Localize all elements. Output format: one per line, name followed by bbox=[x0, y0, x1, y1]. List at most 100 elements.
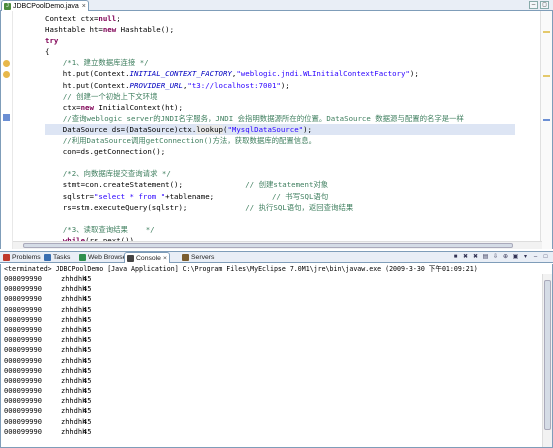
maximize-icon[interactable]: □ bbox=[540, 1, 549, 9]
display-console-icon[interactable]: ▣ bbox=[511, 253, 520, 262]
console-number-value: 45 bbox=[83, 356, 92, 365]
code-token: ); bbox=[280, 80, 290, 90]
code-line[interactable]: ht.put(Context.INITIAL_CONTEXT_FACTORY,"… bbox=[45, 68, 515, 79]
console-number-value: 45 bbox=[83, 417, 92, 426]
console-number-value: 45 bbox=[83, 295, 92, 304]
editor-window-controls: – □ bbox=[529, 1, 549, 9]
tab-label: Web Browser bbox=[88, 254, 129, 261]
remove-launch-icon[interactable]: ✖ bbox=[461, 253, 470, 262]
console-number-value: 45 bbox=[83, 366, 92, 375]
console-line: 000099990 zhhdhh45 bbox=[4, 406, 91, 416]
console-id-value: 000099990 bbox=[4, 305, 42, 314]
code-token: ctx= bbox=[45, 102, 81, 112]
minimize-icon[interactable]: – bbox=[529, 1, 538, 9]
pin-console-icon[interactable]: ⊕ bbox=[501, 253, 510, 262]
code-line[interactable] bbox=[45, 157, 515, 168]
console-number-value: 45 bbox=[83, 285, 92, 294]
scroll-lock-icon[interactable]: ⇩ bbox=[491, 253, 500, 262]
code-token: +tablename; bbox=[165, 191, 272, 201]
overview-mark[interactable] bbox=[543, 31, 550, 33]
code-line[interactable]: /*1、建立数据库连接 */ bbox=[45, 57, 515, 68]
code-line[interactable]: DataSource ds=(DataSource)ctx.lookup("My… bbox=[45, 123, 515, 136]
console-name-value: zhhdhh bbox=[61, 366, 87, 375]
editor-tab-jdbcpooldemo[interactable]: J JDBCPoolDemo.java × bbox=[1, 0, 89, 11]
code-token: // 创建statement对象 bbox=[245, 180, 329, 190]
code-line[interactable]: con=ds.getConnection(); bbox=[45, 146, 515, 157]
code-editor[interactable]: Context ctx=null; Hashtable ht=new Hashta… bbox=[0, 11, 553, 249]
code-line[interactable]: //利用DataSource调用getConnection()方法，获取数据库的… bbox=[45, 135, 515, 146]
console-line: 000099990 zhhdhh45 bbox=[4, 345, 91, 355]
console-id-value: 000099990 bbox=[4, 285, 42, 294]
warning-marker-icon[interactable] bbox=[3, 60, 10, 67]
overview-mark[interactable] bbox=[543, 119, 550, 121]
console-line: 000099990 zhhdhh45 bbox=[4, 427, 91, 437]
console-line: 000099990 zhhdhh45 bbox=[4, 366, 91, 376]
console-line: 000099990 zhhdhh45 bbox=[4, 376, 91, 386]
code-token: // 书写SQL语句 bbox=[271, 191, 329, 201]
console-name-value: zhhdhh bbox=[61, 325, 87, 334]
code-line[interactable]: try bbox=[45, 35, 515, 46]
code-line[interactable] bbox=[45, 213, 515, 224]
code-line[interactable]: Hashtable ht=new Hashtable(); bbox=[45, 24, 515, 35]
code-token: PROVIDER_URL bbox=[129, 80, 183, 90]
console-name-value: zhhdhh bbox=[61, 427, 87, 436]
code-line[interactable]: /*2、向数据库提交查询请求 */ bbox=[45, 168, 515, 179]
open-console-icon[interactable]: ▾ bbox=[521, 253, 530, 262]
console-line: 000099990 zhhdhh45 bbox=[4, 294, 91, 304]
overview-mark[interactable] bbox=[543, 75, 550, 77]
code-token: "weblogic.jndi.WLInitialContextFactory" bbox=[236, 69, 410, 79]
terminate-icon[interactable]: ■ bbox=[451, 253, 460, 262]
code-line[interactable]: rs=stm.executeQuery(sqlstr); // 执行SQL语句，… bbox=[45, 202, 515, 213]
java-file-icon: J bbox=[4, 2, 11, 10]
console-number-value: 45 bbox=[83, 325, 92, 334]
close-icon[interactable]: × bbox=[163, 255, 167, 262]
scrollbar-thumb[interactable] bbox=[23, 243, 513, 248]
code-line[interactable]: ht.put(Context.PROVIDER_URL,"t3://localh… bbox=[45, 80, 515, 91]
code-token: con=ds.getConnection(); bbox=[45, 147, 166, 157]
clear-console-icon[interactable]: ▤ bbox=[481, 253, 490, 262]
tab-web-browser[interactable]: Web Browser bbox=[77, 252, 131, 263]
code-lines[interactable]: Context ctx=null; Hashtable ht=new Hashta… bbox=[45, 13, 515, 249]
code-token: Hashtable ht= bbox=[45, 25, 103, 35]
tab-servers[interactable]: Servers bbox=[180, 252, 216, 263]
tab-tasks[interactable]: Tasks bbox=[42, 252, 72, 263]
warning-marker-icon[interactable] bbox=[3, 71, 10, 78]
code-token: "MysqlDataSource" bbox=[227, 124, 304, 134]
code-line[interactable]: //查询weblogic server的JNDI名字服务，JNDI 会指明数据源… bbox=[45, 113, 515, 124]
console-number-value: 45 bbox=[83, 315, 92, 324]
minimize-icon[interactable]: – bbox=[531, 253, 540, 262]
console-id-value: 000099990 bbox=[4, 397, 42, 406]
code-line[interactable]: ctx=new InitialContext(ht); bbox=[45, 102, 515, 113]
console-id-value: 000099990 bbox=[4, 417, 42, 426]
tab-console[interactable]: Console × bbox=[124, 252, 170, 263]
tab-problems[interactable]: Problems bbox=[1, 252, 43, 263]
code-line[interactable]: sqlstr="select * from "+tablename; // 书写… bbox=[45, 191, 515, 202]
editor-horizontal-scrollbar[interactable] bbox=[13, 241, 542, 249]
console-name-value: zhhdhh bbox=[61, 346, 87, 355]
console-line: 000099990 zhhdhh45 bbox=[4, 396, 91, 406]
console-line: 000099990 zhhdhh45 bbox=[4, 274, 91, 284]
console-name-value: zhhdhh bbox=[61, 295, 87, 304]
code-line[interactable]: Context ctx=null; bbox=[45, 13, 515, 24]
console-id-value: 000099990 bbox=[4, 427, 42, 436]
occurrence-marker-icon[interactable] bbox=[3, 114, 10, 121]
remove-all-icon[interactable]: ✖ bbox=[471, 253, 480, 262]
code-line[interactable]: { bbox=[45, 46, 515, 57]
code-line[interactable]: stmt=con.createStatement(); // 创建stateme… bbox=[45, 179, 515, 190]
code-line[interactable]: // 创建一个初始上下文环境 bbox=[45, 91, 515, 102]
console-name-value: zhhdhh bbox=[61, 397, 87, 406]
code-token: /*3、读取查询结果 */ bbox=[62, 224, 155, 234]
console-number-value: 45 bbox=[83, 387, 92, 396]
console-number-value: 45 bbox=[83, 336, 92, 345]
maximize-icon[interactable]: □ bbox=[541, 253, 550, 262]
scrollbar-thumb[interactable] bbox=[544, 280, 551, 430]
web-browser-icon bbox=[79, 254, 86, 261]
overview-ruler[interactable] bbox=[540, 11, 552, 249]
code-line[interactable]: /*3、读取查询结果 */ bbox=[45, 224, 515, 235]
console-output[interactable]: 000099990 zhhdhh45 000099990 zhhdhh45 000099… bbox=[0, 274, 553, 448]
console-vertical-scrollbar[interactable] bbox=[542, 274, 552, 447]
close-icon[interactable]: × bbox=[82, 3, 86, 10]
